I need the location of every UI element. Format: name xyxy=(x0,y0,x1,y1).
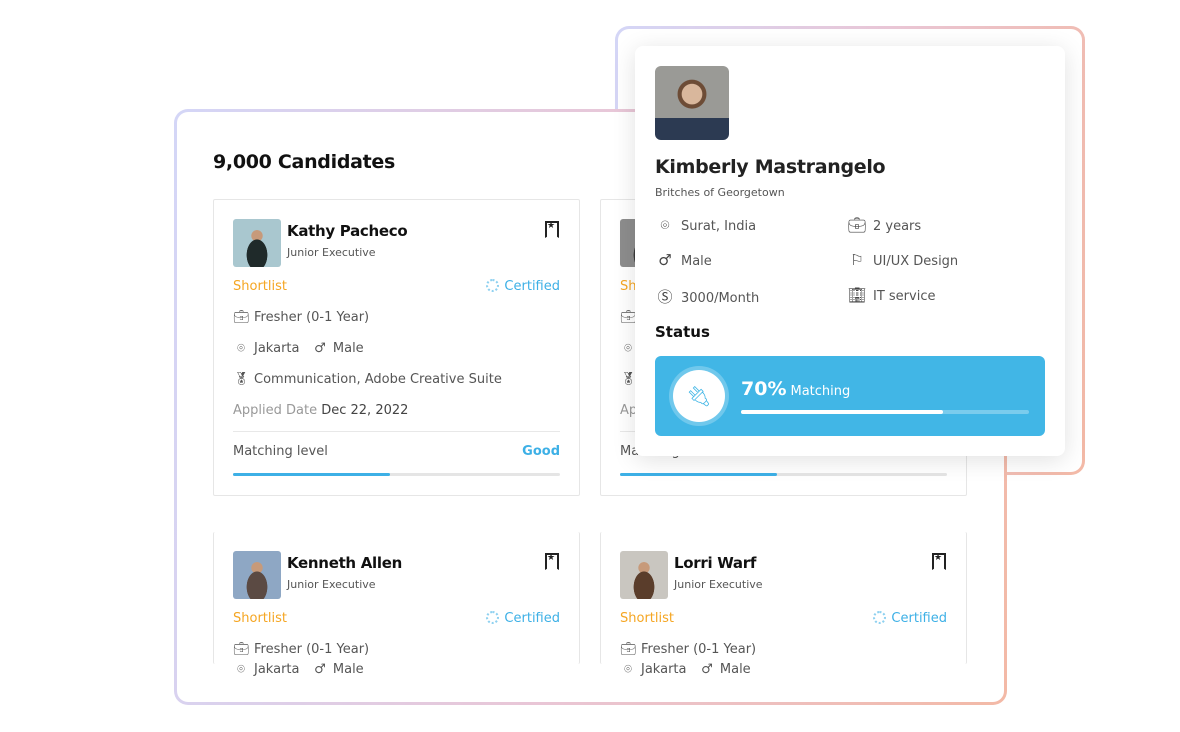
certified-icon xyxy=(486,611,500,624)
skills-award-icon: 🏅︎ xyxy=(620,372,637,387)
candidate-name[interactable]: Kathy Pacheco xyxy=(287,222,408,240)
match-label: Matching xyxy=(790,384,851,399)
profile-salary: 3000/Month xyxy=(681,291,760,306)
certified-badge: Certified xyxy=(873,611,947,626)
experience: Fresher (0-1 Year) xyxy=(254,310,370,325)
profile-company: Britches of Georgetown xyxy=(655,186,785,199)
flag-icon: ⚐ xyxy=(850,251,864,269)
matching-level-fill xyxy=(620,473,777,476)
candidate-avatar xyxy=(233,551,281,599)
location-icon: ⌾ xyxy=(624,341,632,356)
location: Jakarta xyxy=(641,662,687,677)
male-icon: ♂ xyxy=(314,341,326,356)
profile-location: Surat, India xyxy=(681,219,757,234)
profile-field: UI/UX Design xyxy=(873,254,959,269)
match-progress-bar xyxy=(741,410,1029,414)
matching-level-value: Good xyxy=(522,444,560,459)
matching-level-bar xyxy=(620,473,947,476)
profile-experience: 2 years xyxy=(873,219,922,234)
building-icon: 🏢︎ xyxy=(847,286,867,304)
profile-name: Kimberly Mastrangelo xyxy=(655,156,886,178)
candidate-name[interactable]: Kenneth Allen xyxy=(287,554,402,572)
location-icon: ⌾ xyxy=(660,216,670,234)
gender: Male xyxy=(332,341,364,356)
candidate-avatar xyxy=(620,551,668,599)
location: Jakarta xyxy=(254,662,300,677)
certified-label: Certified xyxy=(504,279,560,294)
applied-date: Dec 22, 2022 xyxy=(321,403,409,418)
briefcase-icon: 💼︎ xyxy=(620,642,637,657)
certified-icon xyxy=(486,279,500,292)
experience: Fresher (0-1 Year) xyxy=(254,642,370,657)
gender: Male xyxy=(332,662,364,677)
skills-award-icon: 🏅︎ xyxy=(233,372,250,387)
experience: Fresher (0-1 Year) xyxy=(641,642,757,657)
male-icon: ♂ xyxy=(658,251,672,269)
certified-label: Certified xyxy=(891,611,947,626)
dollar-icon: Ⓢ xyxy=(657,288,673,306)
divider xyxy=(233,431,560,432)
candidate-card[interactable]: Kenneth Allen Junior Executive Shortlist… xyxy=(213,532,580,677)
match-percent: 70% xyxy=(741,378,787,400)
location-icon: ⌾ xyxy=(237,341,245,356)
shortlist-link[interactable]: Shortlist xyxy=(233,611,287,626)
bookmark-icon[interactable] xyxy=(932,553,946,570)
profile-avatar xyxy=(655,66,729,140)
certified-badge: Certified xyxy=(486,611,560,626)
certified-label: Certified xyxy=(504,611,560,626)
briefcase-icon: 💼︎ xyxy=(847,216,867,234)
briefcase-icon: 💼︎ xyxy=(620,310,637,325)
location: Jakarta xyxy=(254,341,300,356)
matching-level-label: Matching level xyxy=(233,444,328,459)
briefcase-icon: 💼︎ xyxy=(233,642,250,657)
bookmark-icon[interactable] xyxy=(545,221,559,238)
skills: Communication, Adobe Creative Suite xyxy=(254,372,502,387)
shortlist-link[interactable]: Shortlist xyxy=(620,611,674,626)
applied-date-label: Applied Date xyxy=(233,403,318,418)
profile-gender: Male xyxy=(681,254,712,269)
candidate-profile-popup: Kimberly Mastrangelo Britches of Georget… xyxy=(635,46,1065,456)
status-heading: Status xyxy=(655,323,710,341)
certified-badge: Certified xyxy=(486,279,560,294)
bookmark-icon[interactable] xyxy=(545,553,559,570)
matching-status-box: 🔌︎ 70% Matching xyxy=(655,356,1045,436)
candidate-card[interactable]: Lorri Warf Junior Executive Shortlist Ce… xyxy=(600,532,967,677)
profile-industry: IT service xyxy=(873,289,936,304)
candidate-card[interactable]: Kathy Pacheco Junior Executive Shortlist… xyxy=(213,199,580,496)
candidate-name[interactable]: Lorri Warf xyxy=(674,554,756,572)
candidate-role: Junior Executive xyxy=(287,246,376,259)
shortlist-link[interactable]: Shortlist xyxy=(233,279,287,294)
male-icon: ♂ xyxy=(314,662,326,677)
candidate-role: Junior Executive xyxy=(674,578,763,591)
male-icon: ♂ xyxy=(701,662,713,677)
location-icon: ⌾ xyxy=(624,662,632,677)
matching-level-bar xyxy=(233,473,560,476)
match-progress-fill xyxy=(741,410,943,414)
candidate-role: Junior Executive xyxy=(287,578,376,591)
location-icon: ⌾ xyxy=(237,662,245,677)
briefcase-icon: 💼︎ xyxy=(233,310,250,325)
gender: Male xyxy=(719,662,751,677)
candidate-avatar xyxy=(233,219,281,267)
plug-icon: 🔌︎ xyxy=(673,370,725,422)
matching-level-fill xyxy=(233,473,390,476)
certified-icon xyxy=(873,611,887,624)
